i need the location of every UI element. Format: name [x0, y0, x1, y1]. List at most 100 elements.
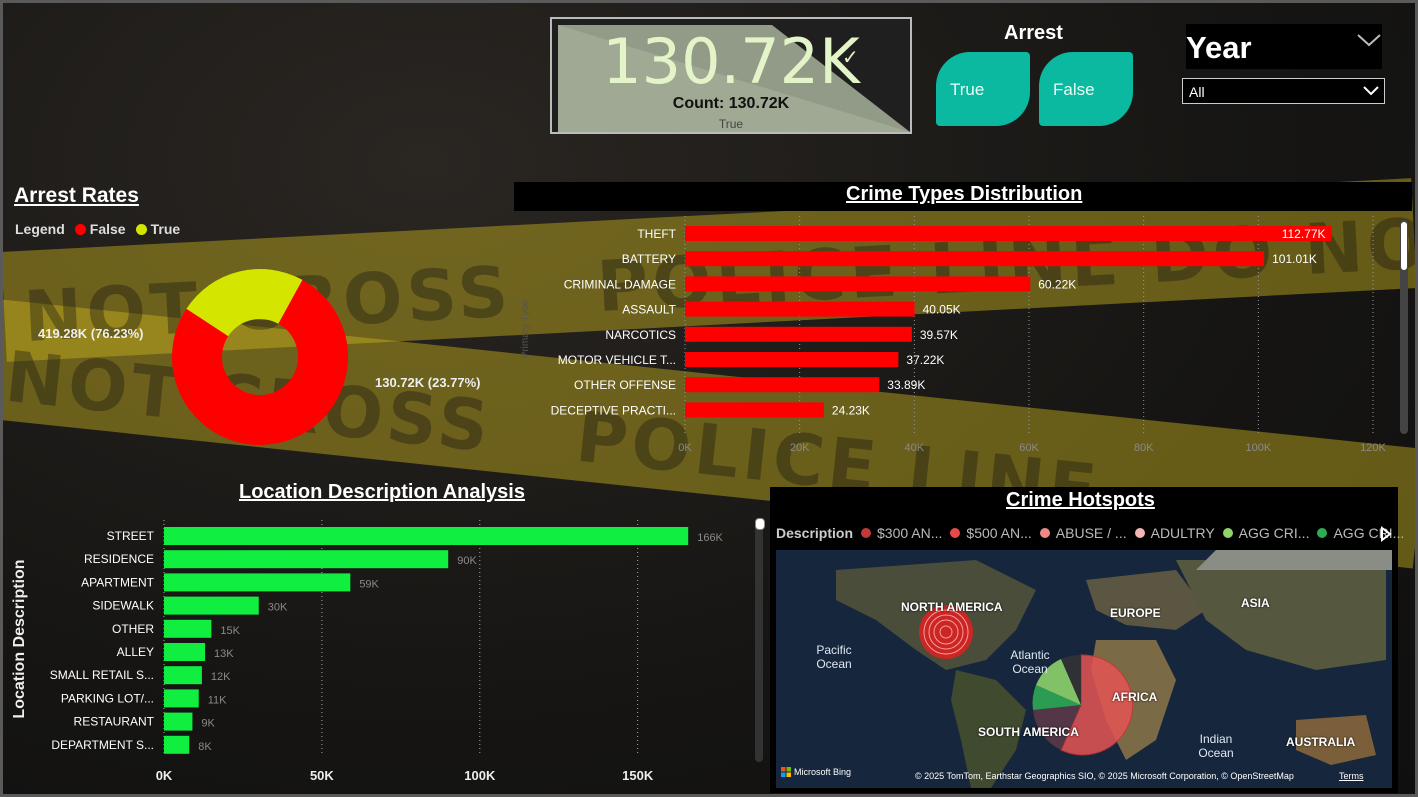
map-label-africa: AFRICA [1112, 690, 1158, 704]
map-label-south-america: SOUTH AMERICA [978, 725, 1079, 739]
legend-false-label[interactable]: False [90, 221, 126, 237]
hotspots-legend-swatch [1134, 528, 1145, 538]
hotspots-legend-swatch [1317, 528, 1328, 538]
map-label-europe: EUROPE [1110, 606, 1161, 620]
donut-true-label: 130.72K (23.77%) [375, 375, 481, 390]
crime-hotspots-title: Crime Hotspots [1006, 489, 1155, 511]
scrollbar-thumb[interactable] [755, 518, 765, 530]
arrest-slicer-title: Arrest [1004, 22, 1063, 44]
x-tick-label: 120K [1360, 442, 1386, 454]
category-label: ALLEY [117, 645, 154, 659]
year-slicer-title: Year [1186, 30, 1252, 65]
scrollbar-thumb[interactable] [1401, 222, 1407, 270]
data-label: 24.23K [832, 403, 870, 417]
crime-types-scrollbar[interactable] [1400, 220, 1408, 434]
hotspots-legend-item[interactable]: ADULTRY [1151, 525, 1215, 541]
x-tick-label: 100K [1245, 442, 1271, 454]
location-bar[interactable] [164, 735, 190, 754]
category-label: BATTERY [622, 252, 676, 266]
data-label: 9K [201, 718, 215, 730]
data-label: 13K [214, 648, 234, 660]
location-bar[interactable] [164, 573, 351, 592]
hotspots-legend-swatch [1039, 528, 1050, 538]
crime-types-title: Crime Types Distribution [846, 183, 1083, 205]
location-bar[interactable] [164, 527, 689, 545]
check-icon: ✓ [842, 47, 859, 69]
map-label-australia: AUSTRALIA [1286, 735, 1356, 749]
category-label: PARKING LOT/... [61, 691, 154, 705]
location-bar[interactable] [164, 689, 199, 708]
x-tick-label: 20K [790, 442, 810, 454]
data-label: 15K [220, 625, 240, 637]
legend-true-swatch [135, 223, 147, 235]
location-bar[interactable] [164, 712, 193, 731]
category-label: ASSAULT [622, 303, 676, 317]
category-label: STREET [107, 529, 155, 543]
map-terms-link[interactable]: Terms [1339, 771, 1364, 781]
hotspots-legend-item[interactable]: AGG CRI... [1239, 525, 1310, 541]
location-bar[interactable] [164, 619, 212, 638]
map-label-atlantic: Atlantic Ocean [1010, 648, 1050, 676]
crime-bar[interactable] [685, 377, 880, 393]
location-bar[interactable] [164, 596, 259, 615]
data-label: 40.05K [923, 303, 961, 317]
location-bar[interactable] [164, 666, 202, 685]
hotspots-legend-item[interactable]: $500 AN... [966, 525, 1031, 541]
map-label-asia: ASIA [1241, 596, 1270, 610]
category-label: RESTAURANT [74, 715, 155, 729]
location-scrollbar[interactable] [755, 518, 765, 762]
map-label-indian: Indian Ocean [1198, 732, 1234, 760]
hotspots-map[interactable]: NORTH AMERICA EUROPE ASIA AFRICA SOUTH A… [776, 550, 1392, 788]
x-tick-label: 0K [678, 442, 692, 454]
location-bar[interactable] [164, 643, 206, 661]
hotspots-legend: Description $300 AN... $500 AN... ABUSE / … [776, 525, 1404, 541]
x-tick-label: 50K [310, 768, 334, 783]
category-label: DECEPTIVE PRACTI... [551, 403, 676, 417]
crime-bar[interactable] [685, 352, 899, 367]
category-label: APARTMENT [81, 575, 155, 589]
category-label: MOTOR VEHICLE T... [558, 353, 676, 367]
location-bar-chart[interactable]: 0K 50K 100K 150K STREET 166K RESIDENCE 90K APART… [40, 520, 760, 786]
y-axis-title: Primary Type [520, 299, 531, 358]
legend-true-label[interactable]: True [151, 221, 181, 237]
kpi-tooltip: Count: 130.72K [672, 95, 790, 112]
kpi-card[interactable]: 130.72K ✓ Count: 130.72K True [550, 17, 912, 134]
category-label: SIDEWALK [92, 599, 154, 613]
year-dropdown[interactable] [1182, 78, 1385, 104]
crime-bar[interactable] [685, 402, 824, 418]
data-label: 8K [198, 741, 212, 753]
crime-types-bar-chart[interactable]: 0K 20K 40K 60K 80K 100K 120K Primary Type THEFT 1… [514, 214, 1394, 458]
data-label: 112.77K [1282, 227, 1326, 241]
crime-bar[interactable] [685, 276, 1031, 292]
chevron-down-icon[interactable] [1362, 85, 1380, 97]
chevron-right-icon[interactable] [1380, 526, 1392, 542]
arrest-false-button[interactable]: False [1039, 52, 1133, 126]
arrest-donut-chart[interactable] [160, 257, 360, 457]
location-title: Location Description Analysis [239, 481, 525, 503]
x-tick-label: 60K [1019, 442, 1039, 454]
data-label: 39.57K [920, 328, 958, 342]
category-label: SMALL RETAIL S... [50, 668, 154, 682]
data-label: 30K [268, 602, 288, 614]
hotspots-legend-item[interactable]: AGG CRI... [1333, 525, 1404, 541]
x-tick-label: 150K [622, 768, 654, 783]
hotspots-legend-title: Description [776, 525, 854, 541]
bing-attribution: Microsoft Bing [794, 767, 852, 777]
hotspots-legend-item[interactable]: ABUSE / ... [1056, 525, 1127, 541]
category-label: CRIMINAL DAMAGE [564, 277, 676, 291]
hotspots-legend-item[interactable]: $300 AN... [877, 525, 942, 541]
location-bar[interactable] [164, 550, 449, 569]
category-label: OTHER [112, 622, 154, 636]
arrest-true-button[interactable]: True [936, 52, 1030, 126]
crime-bar[interactable] [685, 301, 915, 317]
crime-bar[interactable] [685, 226, 1332, 241]
chevron-down-icon[interactable] [1356, 30, 1382, 50]
data-label: 101.01K [1272, 252, 1317, 266]
crime-bar[interactable] [685, 326, 912, 342]
x-tick-label: 0K [156, 768, 173, 783]
data-label: 33.89K [887, 378, 925, 392]
donut-false-label: 419.28K (76.23%) [38, 326, 144, 341]
crime-bar[interactable] [685, 251, 1265, 267]
x-tick-label: 80K [1134, 442, 1154, 454]
data-label: 12K [211, 671, 231, 683]
